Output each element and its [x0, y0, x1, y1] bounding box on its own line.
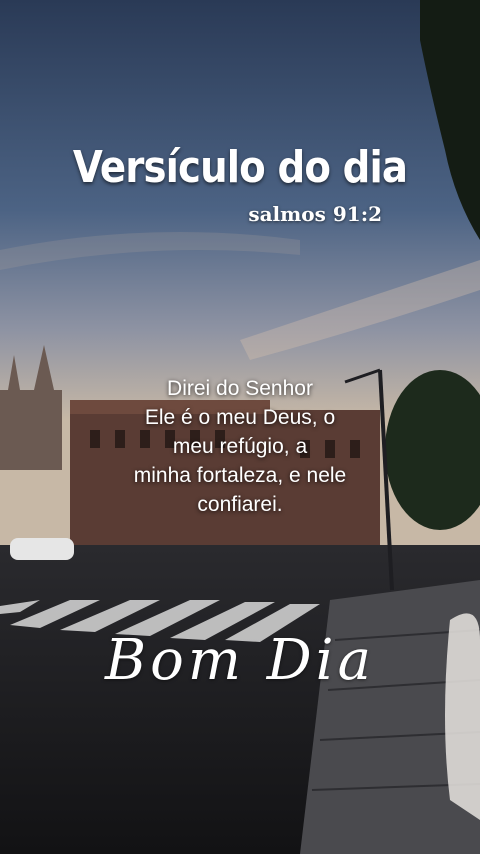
verse-text: Direi do Senhor Ele é o meu Deus, o meu …	[90, 374, 390, 519]
verse-line: meu refúgio, a	[172, 435, 308, 458]
verse-line: confiarei.	[197, 493, 283, 516]
page-title: Versículo do dia	[72, 142, 408, 193]
video-frame: Versículo do dia salmos 91:2 Direi do Se…	[0, 0, 480, 854]
bible-reference: salmos 91:2	[248, 202, 382, 226]
verse-line: minha fortaleza, e nele	[133, 464, 347, 487]
verse-line: Ele é o meu Deus, o	[144, 406, 336, 429]
greeting-text: Bom Dia	[105, 628, 375, 693]
verse-line: Direi do Senhor	[167, 377, 313, 400]
